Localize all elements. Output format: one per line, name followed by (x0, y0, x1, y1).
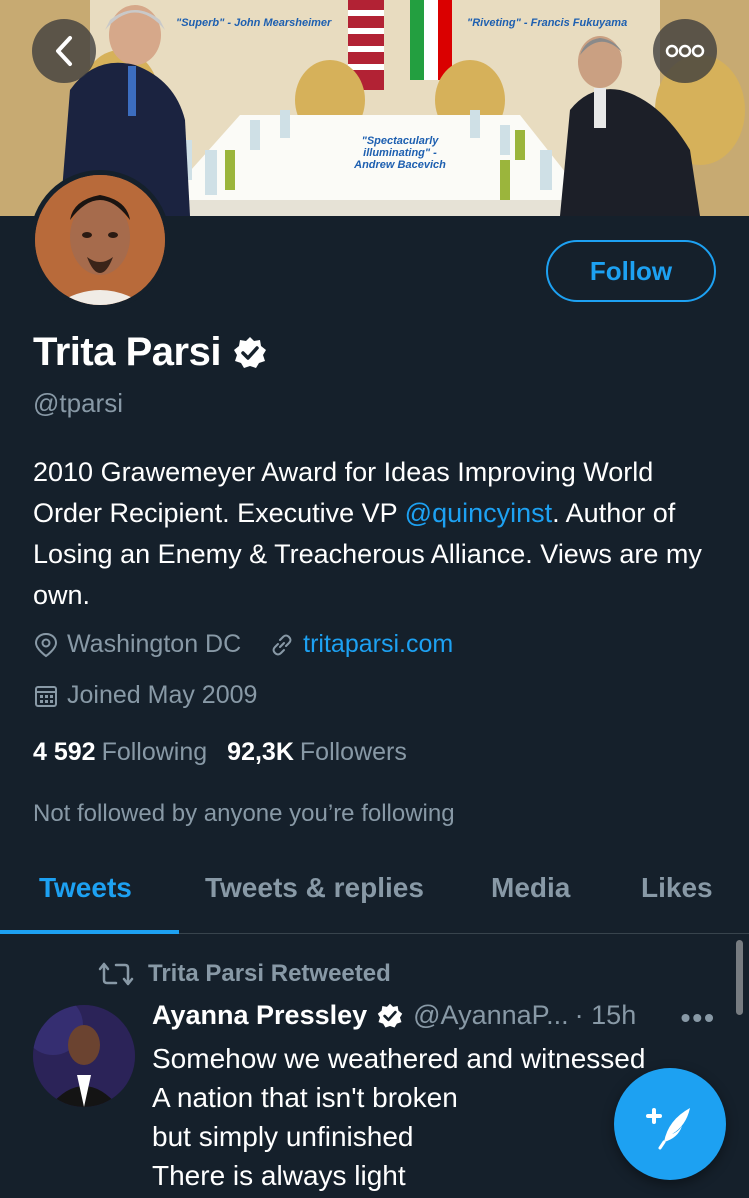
tweet-text: Somehow we weathered and witnessed A nat… (152, 1039, 645, 1195)
compose-tweet-icon (646, 1108, 690, 1150)
following-stat[interactable]: 4 592 Following (33, 738, 207, 767)
avatar-image (35, 175, 165, 305)
tweet-text-line: but simply unfinished (152, 1121, 414, 1152)
banner-quote-mearsheimer: "Superb" - John Mearsheimer (176, 17, 332, 29)
profile-stats: 4 592 Following 92,3K Followers (33, 738, 407, 767)
profile-bio: 2010 Grawemeyer Award for Ideas Improvin… (33, 452, 723, 616)
tweet-text-line: A nation that isn't broken (152, 1082, 458, 1113)
tab-media[interactable]: Media (491, 872, 570, 904)
link-icon (272, 634, 292, 655)
banner-quote-fukuyama: "Riveting" - Francis Fukuyama (467, 17, 628, 29)
retweet-icon (98, 962, 134, 986)
profile-tabs: Tweets Tweets & replies Media Likes (0, 850, 749, 934)
follow-button[interactable]: Follow (546, 240, 716, 302)
followers-label: Followers (299, 738, 407, 766)
following-label: Following (101, 738, 208, 766)
tab-tweets[interactable]: Tweets (39, 872, 132, 904)
tab-likes[interactable]: Likes (641, 872, 713, 904)
tweet-author-handle: @AyannaP... (413, 1000, 569, 1030)
verified-badge-icon (233, 336, 266, 368)
calendar-icon (35, 685, 57, 707)
more-options-button[interactable] (653, 19, 717, 83)
profile-website[interactable]: tritaparsi.com (269, 630, 453, 659)
banner-quote-line: "Spectacularly (361, 135, 439, 147)
profile-name-row: Trita Parsi (33, 330, 267, 375)
profile-handle: @tparsi (33, 388, 123, 418)
chevron-left-icon (56, 36, 72, 66)
retweet-label: Trita Parsi Retweeted (148, 960, 391, 987)
website-link[interactable]: tritaparsi.com (303, 630, 453, 659)
retweet-context: Trita Parsi Retweeted (98, 960, 391, 988)
avatar (35, 175, 165, 305)
joined-text: Joined May 2009 (67, 681, 258, 709)
profile-name: Trita Parsi (33, 330, 221, 374)
location-text: Washington DC (67, 630, 242, 658)
bio-mention-link[interactable]: @quincyinst (405, 498, 552, 528)
scrollbar[interactable] (736, 940, 743, 1015)
active-tab-indicator (0, 930, 179, 934)
compose-tweet-button[interactable] (614, 1068, 726, 1180)
banner-quote-line: Andrew Bacevich (354, 159, 446, 171)
profile-meta-row: Washington DC tritaparsi.com (33, 630, 481, 659)
tweet-author-name[interactable]: Ayanna Pressley (152, 1000, 367, 1031)
banner-quote-line: illuminating" - (363, 147, 437, 159)
avatar-image (33, 1005, 135, 1107)
ellipsis-icon (665, 44, 705, 58)
location-pin-icon (34, 632, 58, 657)
verified-badge-icon (377, 1003, 403, 1027)
profile-meta-row: Joined May 2009 (33, 681, 285, 710)
tweet-more-button[interactable]: ••• (681, 1002, 716, 1034)
tweet-author-avatar[interactable] (33, 1005, 135, 1107)
tweet-time: · 15h (574, 1000, 637, 1030)
tweet-text-line: There is always light (152, 1160, 406, 1191)
tweet-header: Ayanna Pressley @AyannaP... · 15h ••• (152, 1000, 722, 1034)
followers-count: 92,3K (227, 738, 294, 766)
following-count: 4 592 (33, 738, 96, 766)
followers-stat[interactable]: 92,3K Followers (227, 738, 407, 767)
tab-tweets-replies[interactable]: Tweets & replies (205, 872, 424, 904)
tweet-text-line: Somehow we weathered and witnessed (152, 1043, 646, 1074)
banner-quote-bacevich: "Spectacularly illuminating" - Andrew Ba… (340, 135, 460, 171)
profile-joined: Joined May 2009 (33, 681, 257, 710)
profile-location: Washington DC (33, 630, 241, 659)
not-followed-notice: Not followed by anyone you’re following (33, 800, 455, 827)
profile-screen: "Superb" - John Mearsheimer "Riveting" -… (0, 0, 749, 1198)
back-button[interactable] (32, 19, 96, 83)
profile-avatar[interactable] (30, 170, 170, 310)
